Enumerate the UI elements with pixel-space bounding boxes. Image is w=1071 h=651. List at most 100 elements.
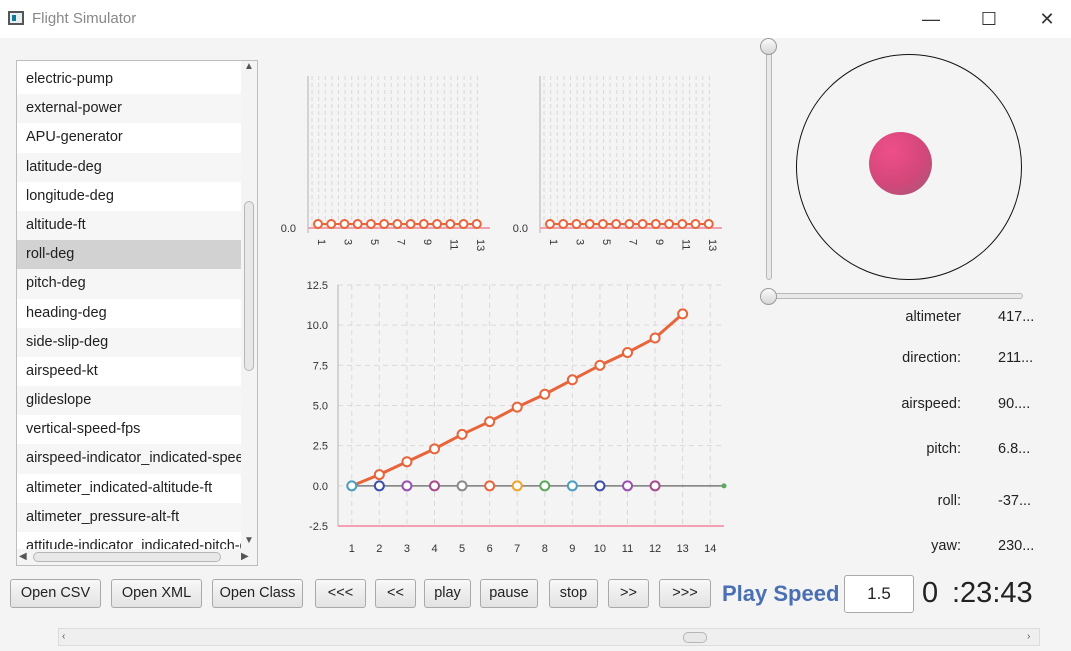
data-point	[622, 480, 633, 492]
attribute-list-item[interactable]: altimeter_indicated-altitude-ft	[17, 473, 241, 503]
list-horizontal-scrollbar[interactable]: ◀ ▶	[17, 549, 257, 565]
rewind-far-button[interactable]: <<<	[315, 579, 366, 608]
attribute-list-item[interactable]: vertical-speed-fps	[17, 415, 241, 445]
x-tick-label: 3	[341, 239, 353, 245]
data-point	[432, 219, 443, 229]
rewind-button[interactable]: <<	[375, 579, 416, 608]
chart-selected-attribute: 0.01 3 5 7 9 11 130.01 3 5 7 9 11 13	[281, 76, 722, 251]
throttle-slider[interactable]	[769, 293, 1023, 299]
scroll-up-icon[interactable]: ▲	[244, 61, 254, 72]
close-button[interactable]: ✕	[1024, 0, 1070, 38]
scroll-right-icon[interactable]: ▶	[241, 551, 249, 562]
attribute-list-item[interactable]: external-power	[17, 94, 241, 124]
pause-button[interactable]: pause	[480, 579, 538, 608]
data-point	[690, 219, 701, 229]
window-title: Flight Simulator	[32, 10, 137, 27]
y-tick-label: 0.0	[281, 223, 296, 235]
attribute-list-item[interactable]: pitch-deg	[17, 269, 241, 299]
data-point	[677, 308, 689, 320]
data-point	[571, 219, 582, 229]
maximize-button[interactable]: ☐	[966, 0, 1012, 38]
play-speed-input[interactable]: 1.5	[844, 575, 914, 613]
data-point	[511, 480, 523, 492]
x-tick-label: 2	[376, 543, 382, 555]
attribute-list-item[interactable]: APU-generator	[17, 123, 241, 153]
x-tick-label: 9	[569, 543, 575, 555]
x-tick-label: 11	[447, 239, 459, 250]
x-tick-label: 13	[474, 239, 486, 251]
gauge-label: altimeter	[905, 309, 961, 325]
open-xml-button[interactable]: Open XML	[111, 579, 202, 608]
attribute-list-item[interactable]: side-slip-deg	[17, 327, 241, 357]
attribute-list-item[interactable]: electric-pump	[17, 65, 241, 95]
gauge-value: 90....	[998, 396, 1031, 412]
list-horizontal-scroll-thumb[interactable]	[33, 552, 221, 562]
data-point	[379, 219, 390, 229]
attribute-list-item[interactable]: glideslope	[17, 386, 241, 416]
gauge-value: 230...	[998, 538, 1035, 554]
data-point	[471, 219, 482, 229]
y-tick-label: -2.5	[309, 521, 328, 533]
x-tick-label: 1	[547, 239, 559, 245]
attribute-list-item[interactable]: roll-deg	[17, 240, 241, 270]
throttle-slider-knob[interactable]	[760, 288, 777, 305]
data-point	[566, 374, 578, 386]
gauge-label: pitch:	[926, 441, 961, 457]
list-vertical-scroll-thumb[interactable]	[244, 201, 254, 371]
x-tick-label: 1	[349, 543, 355, 555]
data-point	[484, 480, 496, 492]
play-button[interactable]: play	[424, 579, 471, 608]
data-point	[511, 401, 523, 413]
minimize-button[interactable]: —	[908, 0, 954, 38]
y-tick-label: 5.0	[313, 401, 328, 413]
data-point	[539, 480, 551, 492]
x-tick-label: 9	[421, 239, 433, 245]
x-tick-label: 7	[394, 239, 406, 245]
rudder-slider[interactable]	[766, 46, 772, 280]
attribute-list-item[interactable]: airspeed-indicator_indicated-speed-kt	[17, 444, 241, 474]
forward-button[interactable]: >>	[608, 579, 649, 608]
scroll-left-icon[interactable]: ◀	[19, 551, 27, 562]
attribute-list-item[interactable]: altimeter_pressure-alt-ft	[17, 502, 241, 532]
joystick-ball	[869, 132, 932, 195]
attribute-list-item[interactable]: latitude-deg	[17, 152, 241, 182]
chart-correlation: -2.50.02.55.07.510.012.51 2 3 4 5 6 7 8 9 10 11 12 1…	[307, 280, 727, 555]
time-hours: 0	[922, 577, 939, 609]
timeline-scroll-thumb[interactable]	[683, 632, 707, 643]
timeline-right-icon[interactable]: ›	[1027, 631, 1030, 642]
data-point	[677, 219, 688, 229]
attribute-list-item[interactable]: altitude-ft	[17, 210, 241, 241]
gauge-value: 417...	[998, 309, 1035, 325]
play-speed-label: Play Speed	[722, 581, 840, 606]
list-vertical-scrollbar[interactable]: ▲ ▼	[241, 61, 257, 549]
stop-button[interactable]: stop	[549, 579, 598, 608]
gauge-label: yaw:	[931, 538, 961, 554]
gauge-value: -37...	[998, 493, 1032, 509]
data-point	[456, 428, 468, 440]
attribute-list-item[interactable]: longitude-deg	[17, 181, 241, 211]
timeline-left-icon[interactable]: ‹	[62, 631, 65, 642]
attribute-list[interactable]: electric-pump external-power APU-generator…	[16, 60, 258, 566]
open-class-button[interactable]: Open Class	[212, 579, 303, 608]
data-point	[401, 456, 413, 468]
data-point	[339, 219, 350, 229]
data-point	[484, 416, 496, 428]
scroll-down-icon[interactable]: ▼	[244, 535, 254, 546]
attribute-list-item[interactable]: airspeed-kt	[17, 356, 241, 387]
x-tick-label: 3	[573, 239, 585, 245]
rudder-slider-knob[interactable]	[760, 38, 777, 55]
gauge-value: 6.8...	[998, 441, 1031, 457]
gauge-label: airspeed:	[901, 396, 961, 412]
data-point	[622, 346, 633, 358]
data-point	[373, 480, 385, 492]
y-tick-label: 0.0	[313, 481, 328, 493]
y-tick-label: 7.5	[313, 360, 328, 372]
attribute-list-item[interactable]: heading-deg	[17, 298, 241, 328]
data-point	[624, 219, 635, 229]
timeline-scrollbar[interactable]: ‹ ›	[58, 628, 1040, 646]
forward-far-button[interactable]: >>>	[659, 579, 711, 608]
x-tick-label: 8	[542, 543, 548, 555]
data-point	[346, 480, 358, 492]
data-point	[597, 219, 608, 229]
open-csv-button[interactable]: Open CSV	[10, 579, 101, 608]
